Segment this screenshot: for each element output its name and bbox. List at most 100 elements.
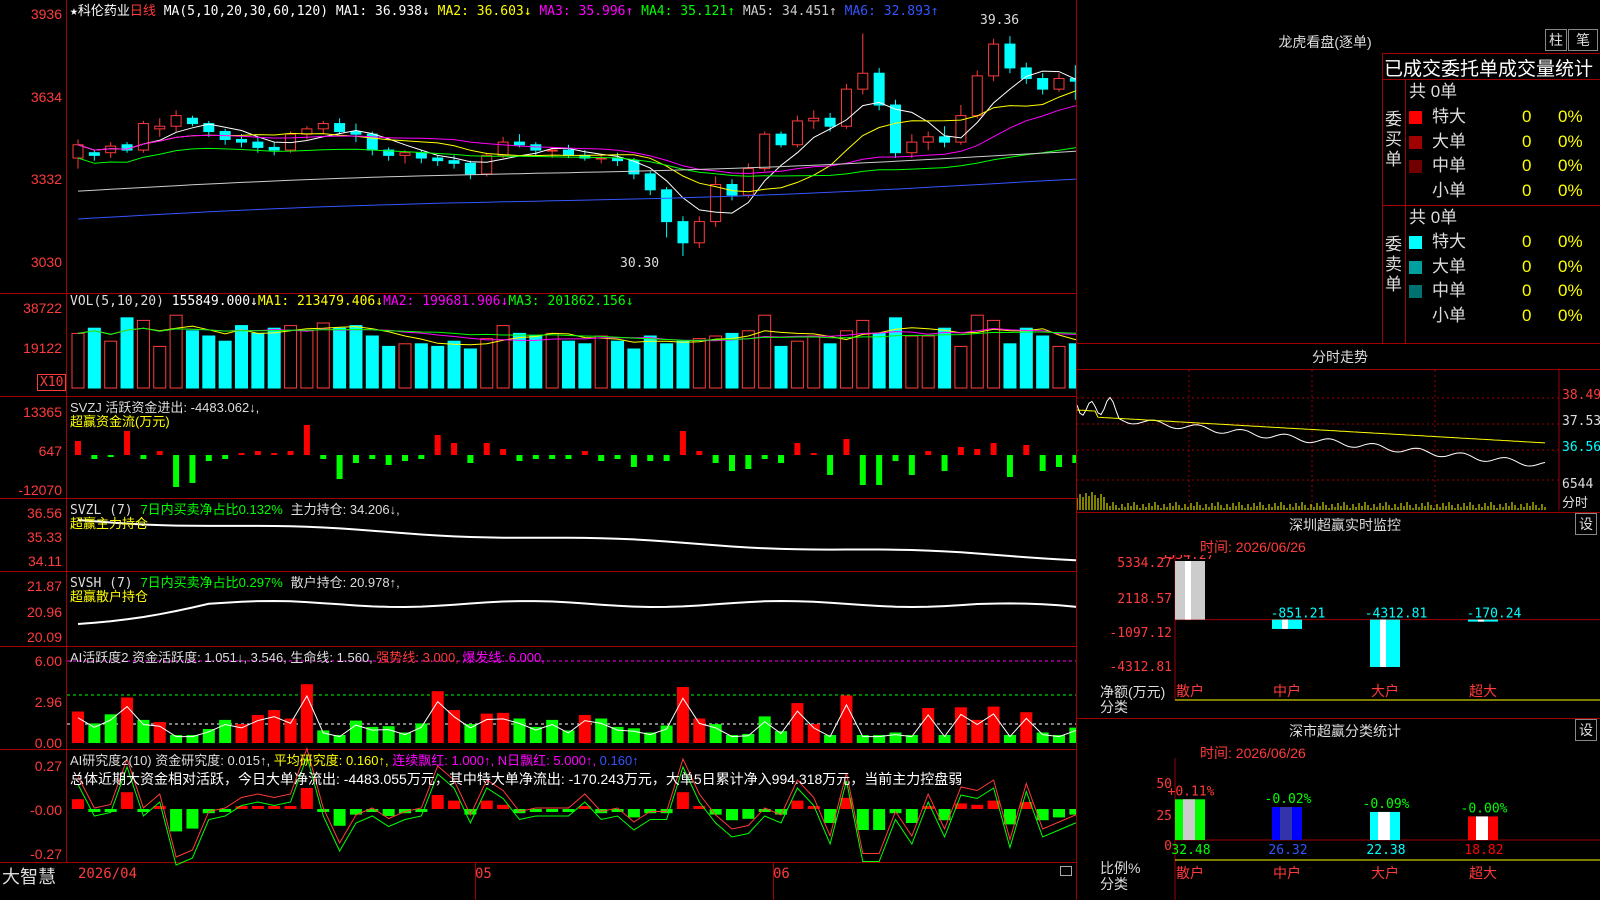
volume-bar bbox=[136, 319, 150, 389]
ai2-label: 0.27 bbox=[34, 758, 62, 774]
ai2-label: -0.27 bbox=[30, 846, 62, 862]
monitor-category: 大户 bbox=[1371, 683, 1399, 700]
svzj-bar bbox=[156, 451, 163, 455]
ai-research-bar bbox=[856, 809, 869, 830]
ai-research-bar bbox=[546, 809, 559, 812]
candle-body bbox=[334, 123, 346, 133]
svzj-bar bbox=[663, 455, 670, 461]
sell-row-4: 小单 0 0% bbox=[1409, 304, 1599, 328]
ai-activity-bar bbox=[693, 718, 706, 743]
classify-settings-button[interactable]: 设 bbox=[1575, 719, 1597, 741]
svzj-bar bbox=[794, 443, 801, 455]
ai-research-bar bbox=[284, 806, 297, 809]
candle-body bbox=[677, 221, 689, 244]
volume-bar bbox=[709, 335, 723, 389]
volume-bar bbox=[807, 335, 821, 389]
ai2-name: AI研究度2(10) bbox=[70, 753, 152, 768]
sell-row-3: 中单 0 0% bbox=[1409, 279, 1599, 303]
svzj-bar bbox=[810, 453, 817, 455]
row-value: 0 bbox=[1522, 256, 1532, 276]
volume-bar bbox=[823, 343, 837, 389]
row-value: 0 bbox=[1522, 131, 1532, 151]
buy-row-3: 中单 0 0% bbox=[1409, 154, 1599, 178]
ai-activity-bar bbox=[611, 726, 624, 743]
classify-value-label: 32.48 bbox=[1171, 843, 1210, 858]
color-swatch bbox=[1409, 135, 1422, 149]
svzj-bar bbox=[75, 441, 81, 455]
svzj-bar bbox=[418, 455, 425, 459]
candle-body bbox=[1004, 43, 1016, 69]
order-stats-tabs[interactable]: 已成交委托单成交量统计 bbox=[1384, 54, 1598, 81]
candle-body bbox=[137, 123, 149, 151]
vol-ma2: MA2: 199681.906↓ bbox=[383, 294, 509, 309]
low-price-note: 30.30 bbox=[620, 256, 660, 271]
svzj-bar bbox=[467, 455, 474, 463]
lock-icon[interactable] bbox=[1060, 866, 1072, 876]
ai-activity-bar bbox=[954, 707, 967, 743]
buy-row-4: 小单 0 0% bbox=[1409, 179, 1599, 203]
vol-label: 19122 bbox=[23, 340, 62, 356]
svzj-bar bbox=[778, 455, 785, 463]
ai-research-bar bbox=[742, 809, 755, 819]
volume-bar bbox=[349, 325, 363, 389]
svzj-bar bbox=[173, 455, 180, 487]
ai2-summary: 总体近期大资金相对活跃，今日大单净流出: -4483.055万元，其中特大单净流… bbox=[70, 771, 963, 787]
ai-research-bar bbox=[300, 788, 313, 809]
svzj-bar bbox=[859, 455, 866, 485]
volume-bar bbox=[153, 345, 167, 389]
high-price-note: 39.36 bbox=[980, 13, 1020, 28]
volume-bar bbox=[185, 330, 199, 389]
vol-unit-badge[interactable]: X10 bbox=[37, 374, 67, 391]
candle-body bbox=[1053, 78, 1065, 90]
ai-research-bar bbox=[88, 809, 101, 812]
ai-activity-bar bbox=[791, 703, 804, 743]
intraday-price: 38.49 bbox=[1562, 388, 1600, 403]
svzj-bar bbox=[1023, 445, 1030, 455]
svsh-label: 21.87 bbox=[26, 578, 62, 594]
svzj-bar bbox=[1006, 455, 1013, 477]
volume-bar bbox=[104, 340, 118, 389]
volume-bar bbox=[202, 335, 216, 389]
svzj-bar bbox=[140, 455, 147, 459]
ai-research-bar bbox=[268, 806, 281, 809]
ai-research-bar bbox=[497, 804, 510, 809]
volume-bar bbox=[87, 327, 101, 389]
candle-body bbox=[497, 141, 509, 156]
ai-activity-bar bbox=[1069, 727, 1076, 743]
candle-body bbox=[350, 131, 362, 135]
classify-category: 中户 bbox=[1273, 865, 1301, 882]
ai-research-bar bbox=[333, 809, 346, 826]
volume-bar bbox=[365, 335, 379, 389]
ai2-red-streak: 连续飘红: 1.000↑, bbox=[392, 753, 495, 768]
volume-bar bbox=[578, 343, 592, 389]
vol-params: VOL(5,10,20) bbox=[70, 294, 164, 309]
volume-bar bbox=[970, 314, 984, 389]
classify-chart: 7550250+0.11%32.48-0.02%26.32-0.09%22.38… bbox=[1156, 758, 1600, 900]
intraday-chart[interactable] bbox=[1077, 370, 1600, 510]
candle-body bbox=[268, 146, 280, 151]
svzj-bar bbox=[712, 455, 719, 463]
svzj-bar bbox=[434, 435, 441, 455]
tick-mode-button[interactable]: 笔 bbox=[1568, 29, 1598, 51]
divider bbox=[1405, 79, 1406, 343]
classify-change-label: -0.02% bbox=[1265, 792, 1312, 807]
svzj-bar bbox=[761, 455, 768, 459]
volume-bar bbox=[921, 335, 935, 389]
volume-bar bbox=[938, 327, 952, 389]
volume-bar bbox=[594, 335, 608, 389]
ai-research-bar bbox=[791, 800, 804, 809]
svzj-bar bbox=[843, 439, 850, 455]
svzj-bar bbox=[941, 455, 948, 471]
monitor-settings-button[interactable]: 设 bbox=[1575, 513, 1597, 535]
volume-bar bbox=[414, 343, 428, 389]
candle-body bbox=[710, 184, 722, 223]
ai-activity-bar bbox=[480, 713, 493, 743]
ai-activity-bar bbox=[88, 723, 101, 743]
svzj-bar bbox=[451, 443, 458, 455]
buy-row-2: 大单 0 0% bbox=[1409, 130, 1599, 154]
bar-mode-button[interactable]: 柱 bbox=[1545, 29, 1567, 51]
candle-body bbox=[513, 141, 525, 146]
ai-activity-bar bbox=[807, 724, 820, 743]
volume-bar bbox=[856, 319, 870, 389]
x-label: 2026/04 bbox=[78, 866, 138, 882]
